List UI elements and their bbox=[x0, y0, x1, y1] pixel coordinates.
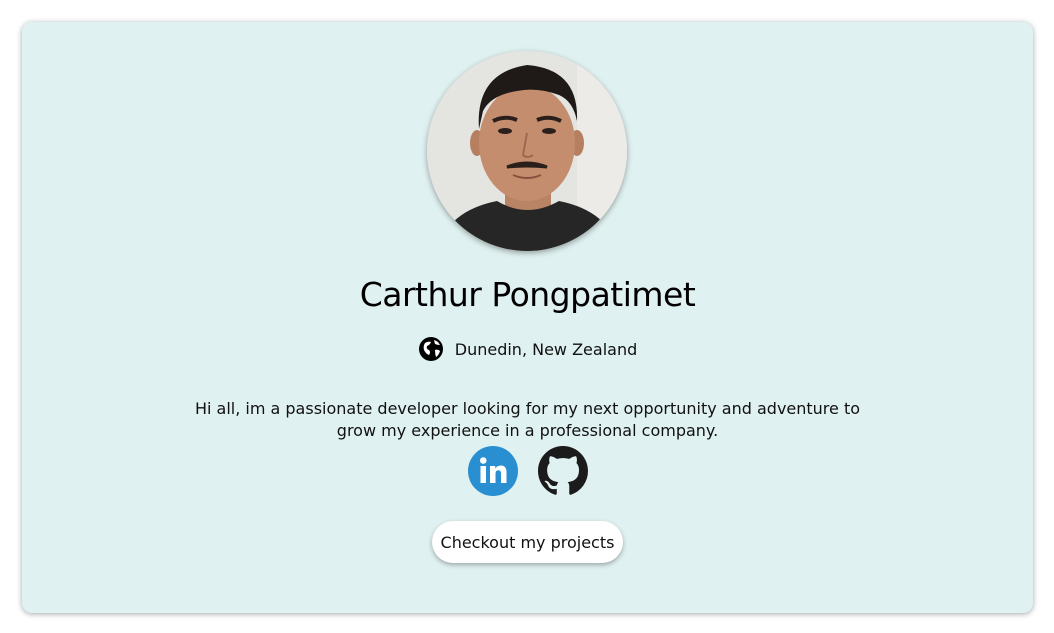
avatar bbox=[427, 51, 627, 251]
profile-card: Carthur Pongpatimet Dunedin, New Zealand… bbox=[22, 22, 1033, 613]
social-links bbox=[22, 446, 1033, 496]
profile-name: Carthur Pongpatimet bbox=[359, 275, 696, 314]
github-icon bbox=[537, 446, 588, 495]
checkout-projects-button[interactable]: Checkout my projects bbox=[432, 521, 623, 563]
linkedin-icon bbox=[467, 446, 518, 496]
linkedin-link[interactable] bbox=[467, 446, 518, 496]
profile-photo bbox=[427, 51, 627, 251]
github-link[interactable] bbox=[537, 446, 588, 496]
location-text: Dunedin, New Zealand bbox=[454, 339, 638, 359]
bio-text: Hi all, im a passionate developer lookin… bbox=[194, 399, 861, 440]
globe-icon bbox=[418, 337, 443, 361]
location: Dunedin, New Zealand bbox=[22, 336, 1033, 362]
